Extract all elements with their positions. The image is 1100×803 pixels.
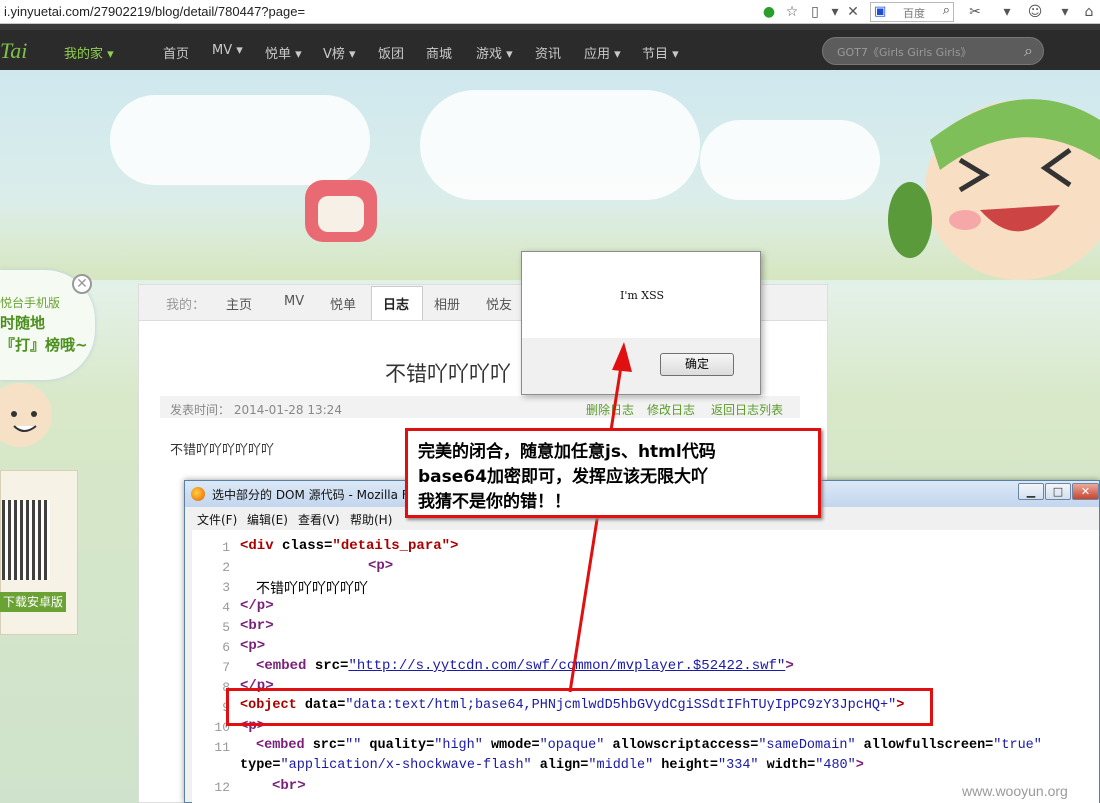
tab-playlist[interactable]: 悦单 bbox=[330, 294, 356, 313]
code-line-4: </p> bbox=[240, 598, 274, 614]
code-line-11-wrap: type="application/x-shockwave-flash" ali… bbox=[240, 758, 864, 773]
site-logo[interactable]: Tai bbox=[0, 38, 27, 64]
code-line-5: <br> bbox=[240, 618, 274, 634]
mascot-boy-decoration bbox=[0, 383, 52, 447]
line-number: 2 bbox=[222, 560, 230, 575]
search-icon[interactable]: ⌕ bbox=[943, 3, 950, 18]
dropdown-icon[interactable]: ▾ bbox=[826, 3, 844, 21]
nav-item-news[interactable]: 资讯 bbox=[535, 43, 561, 62]
qr-code-image bbox=[2, 500, 50, 580]
promo-line2: 时随地 bbox=[0, 314, 46, 332]
code-line-1: <div class="details_para"> bbox=[240, 538, 459, 554]
code-line-11: <embed src="" quality="high" wmode="opaq… bbox=[256, 738, 1042, 753]
go-icon[interactable]: ● bbox=[760, 3, 778, 21]
smiley-icon[interactable]: ☺ bbox=[1026, 3, 1044, 21]
post-title: 不错吖吖吖吖 bbox=[385, 362, 511, 386]
close-promo-icon[interactable]: ✕ bbox=[72, 274, 92, 294]
nav-item-shows[interactable]: 节目 ▾ bbox=[642, 43, 679, 62]
post-body: 不错吖吖吖吖吖吖 bbox=[170, 443, 275, 458]
site-search-input[interactable]: GOT7《Girls Girls Girls》 ⌕ bbox=[822, 37, 1044, 65]
site-search-placeholder: GOT7《Girls Girls Girls》 bbox=[837, 46, 972, 59]
alert-message: I'm XSS bbox=[620, 289, 665, 302]
phone-icon[interactable]: ▯ bbox=[806, 3, 824, 21]
tools-icon[interactable]: ✂ bbox=[966, 3, 984, 21]
menu-file[interactable]: 文件(F) bbox=[197, 511, 237, 528]
window-title: 选中部分的 DOM 源代码 - Mozilla F bbox=[212, 488, 409, 502]
promo-line1: 悦台手机版 bbox=[0, 296, 61, 310]
callout-line1: 完美的闭合，随意加任意js、html代码 bbox=[418, 442, 716, 462]
nav-item-mv[interactable]: MV ▾ bbox=[212, 43, 243, 58]
nav-item-apps[interactable]: 应用 ▾ bbox=[584, 43, 621, 62]
menu-view[interactable]: 查看(V) bbox=[298, 511, 340, 528]
tab-album[interactable]: 相册 bbox=[434, 294, 460, 313]
back-to-list-link[interactable]: 返回日志列表 bbox=[711, 401, 783, 418]
menu-icon[interactable]: ▾ bbox=[998, 3, 1016, 21]
firefox-icon bbox=[191, 487, 205, 501]
menu-help[interactable]: 帮助(H) bbox=[350, 511, 392, 528]
cartoon-character-decoration bbox=[888, 99, 1100, 280]
line-number: 6 bbox=[222, 640, 230, 655]
nav-item-home[interactable]: 首页 bbox=[163, 43, 189, 62]
line-number: 1 bbox=[222, 540, 230, 555]
callout-line3: 我猜不是你的错！！ bbox=[418, 492, 571, 512]
browser-search-box[interactable]: ▣ 百度 ⌕ bbox=[870, 2, 954, 22]
code-line-6: <p> bbox=[240, 638, 266, 654]
tv-screen-decoration bbox=[318, 196, 364, 232]
tab-prefix: 我的： bbox=[166, 298, 206, 313]
code-line-3: 不错吖吖吖吖吖吖 bbox=[256, 582, 368, 598]
promo-line3: 『打』榜哦~ bbox=[0, 336, 88, 354]
tab-friends[interactable]: 悦友 bbox=[486, 294, 512, 313]
menu-edit[interactable]: 编辑(E) bbox=[247, 511, 288, 528]
nav-item-games[interactable]: 游戏 ▾ bbox=[476, 43, 513, 62]
tab-mv[interactable]: MV bbox=[284, 294, 304, 309]
maximize-icon[interactable]: □ bbox=[1045, 483, 1071, 500]
tab-home[interactable]: 主页 bbox=[226, 294, 252, 313]
cloud-decoration bbox=[110, 95, 370, 185]
cloud-decoration bbox=[420, 90, 700, 200]
stop-icon[interactable]: ✕ bbox=[844, 3, 862, 21]
nav-item-shop[interactable]: 商城 bbox=[426, 43, 452, 62]
code-line-7: <embed src="http://s.yytcdn.com/swf/comm… bbox=[256, 658, 794, 674]
line-number: 11 bbox=[214, 740, 230, 755]
nav-item-fanclub[interactable]: 饭团 bbox=[378, 43, 404, 62]
nav-item-my-home[interactable]: 我的家 ▾ bbox=[64, 43, 114, 62]
line-number: 3 bbox=[222, 580, 230, 595]
cloud-decoration bbox=[700, 120, 880, 200]
code-line-2: <p> bbox=[368, 558, 394, 574]
star-icon[interactable]: ☆ bbox=[783, 3, 801, 21]
code-line-12: <br> bbox=[272, 778, 306, 794]
line-number: 4 bbox=[222, 600, 230, 615]
nav-item-vchart[interactable]: V榜 ▾ bbox=[323, 43, 356, 62]
line-number: 7 bbox=[222, 660, 230, 675]
search-engine-label: 百度 bbox=[903, 7, 925, 20]
url-text[interactable]: i.yinyuetai.com/27902219/blog/detail/780… bbox=[4, 4, 305, 19]
tab-blog[interactable]: 日志 bbox=[383, 294, 409, 313]
home-icon[interactable]: ⌂ bbox=[1080, 3, 1098, 21]
line-number: 5 bbox=[222, 620, 230, 635]
download-android-button[interactable]: 下载安卓版 bbox=[0, 592, 66, 612]
chevron-down-icon[interactable]: ▾ bbox=[1056, 3, 1074, 21]
line-number: 12 bbox=[214, 780, 230, 795]
watermark: www.wooyun.org bbox=[962, 783, 1068, 799]
callout-line2: base64加密即可，发挥应该无限大吖 bbox=[418, 467, 708, 487]
search-icon[interactable]: ⌕ bbox=[1024, 41, 1033, 61]
nav-item-playlist[interactable]: 悦单 ▾ bbox=[265, 43, 302, 62]
paw-icon: ▣ bbox=[874, 4, 887, 19]
annotation-callout: 完美的闭合，随意加任意js、html代码 base64加密即可，发挥应该无限大吖… bbox=[405, 428, 821, 518]
minimize-icon[interactable]: ▁ bbox=[1018, 483, 1044, 500]
alert-ok-button[interactable]: 确定 bbox=[660, 353, 734, 376]
close-icon[interactable]: ✕ bbox=[1072, 483, 1099, 500]
post-date: 发表时间： 2014-01-28 13:24 bbox=[170, 403, 342, 417]
